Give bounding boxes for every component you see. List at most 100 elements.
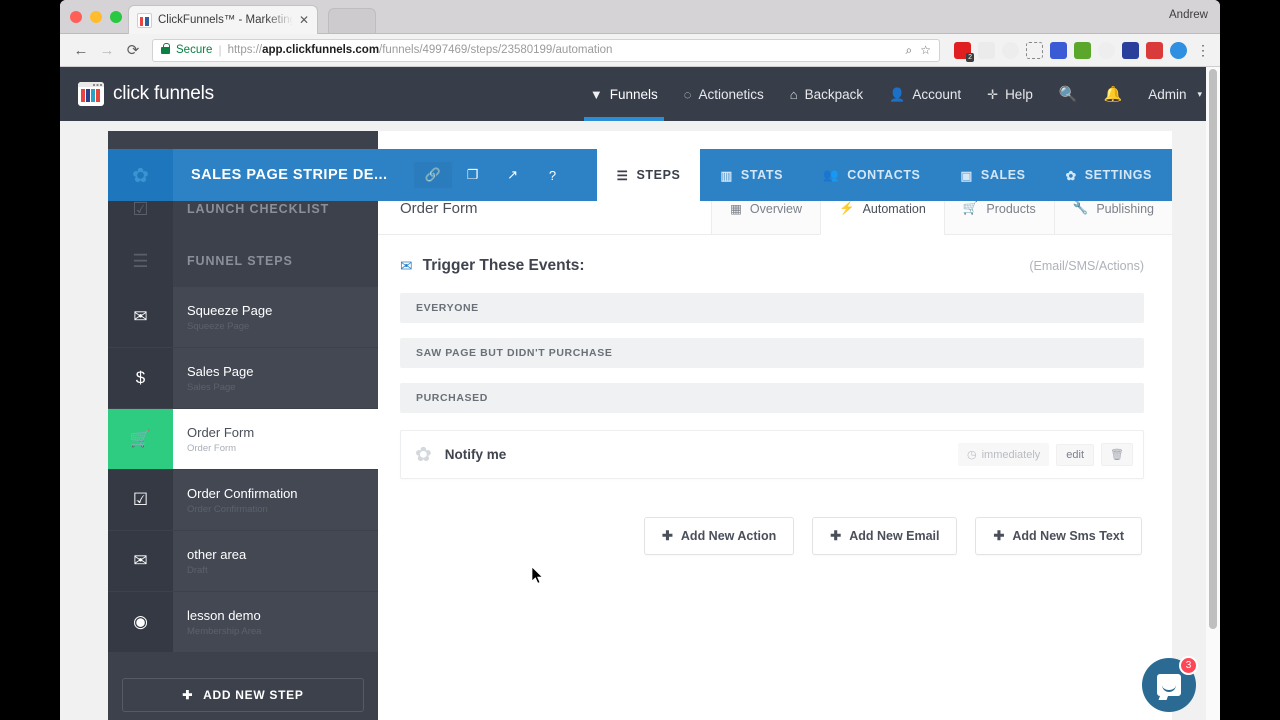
url-separator: | bbox=[218, 43, 222, 57]
funnel-tab-label: SETTINGS bbox=[1084, 168, 1152, 182]
browser-window: ClickFunnels™ - Marketing Fu ✕ Andrew ← … bbox=[60, 0, 1220, 720]
extension-icon-off[interactable] bbox=[1146, 41, 1163, 59]
close-window-button[interactable] bbox=[70, 11, 82, 23]
copy-icon[interactable]: ❐ bbox=[454, 162, 492, 188]
window-user-label: Andrew bbox=[1169, 9, 1208, 21]
topnav-user-menu[interactable]: Admin ▾ bbox=[1148, 67, 1202, 121]
action-row-notify-me[interactable]: ✿ Notify me ◷ immediately edit 🗑 bbox=[400, 430, 1144, 479]
extension-icon-send[interactable] bbox=[978, 41, 995, 59]
sidebar-step-sales-page[interactable]: $ Sales Page Sales Page bbox=[108, 348, 378, 409]
sidebar-step-order-form[interactable]: 🛒 Order Form Order Form bbox=[108, 409, 378, 470]
extension-icon-bookmark[interactable] bbox=[1122, 41, 1139, 59]
topnav-item-help[interactable]: ✛ Help bbox=[987, 67, 1033, 121]
window-controls[interactable] bbox=[70, 11, 122, 23]
help-icon[interactable]: ? bbox=[534, 162, 572, 188]
cart-icon: 🛒 bbox=[962, 201, 979, 215]
topnav-item-actionetics[interactable]: ◌ Actionetics bbox=[684, 67, 764, 121]
funnel-tab-settings[interactable]: ✿ SETTINGS bbox=[1046, 149, 1172, 201]
topnav-item-funnels[interactable]: ▼ Funnels bbox=[583, 67, 664, 121]
new-tab-button[interactable] bbox=[328, 8, 376, 33]
clickfunnels-logo-icon bbox=[78, 82, 104, 106]
search-icon[interactable]: 🔍 bbox=[1059, 85, 1078, 103]
add-new-action-button[interactable]: ✚ Add New Action bbox=[644, 517, 795, 555]
page-scrollbar-thumb[interactable] bbox=[1209, 69, 1217, 629]
funnel-tab-sales[interactable]: ▣ SALES bbox=[941, 149, 1046, 201]
external-link-icon[interactable]: ↗ bbox=[494, 162, 532, 188]
extension-icon-emoji[interactable] bbox=[1002, 41, 1019, 59]
sidebar-step-sub: Order Confirmation bbox=[187, 503, 268, 515]
sidebar-step-sub: Sales Page bbox=[187, 381, 236, 393]
notifications-bell-icon[interactable]: 🔔 bbox=[1104, 85, 1123, 103]
sidebar-step-order-confirmation[interactable]: ☑ Order Confirmation Order Confirmation bbox=[108, 470, 378, 531]
funnel-tab-label: STATS bbox=[740, 168, 784, 182]
tab-label: Products bbox=[986, 201, 1036, 216]
button-label: Add New Sms Text bbox=[1012, 529, 1124, 543]
funnel-tab-label: SALES bbox=[980, 168, 1026, 182]
plus-icon: ✚ bbox=[993, 528, 1005, 543]
sidebar-item-funnel-steps[interactable]: ☰ FUNNEL STEPS bbox=[108, 235, 378, 287]
topnav-label: Actionetics bbox=[698, 87, 764, 102]
person-icon: 👤 bbox=[889, 86, 906, 102]
trigger-note: (Email/SMS/Actions) bbox=[1029, 259, 1144, 273]
address-bar[interactable]: Secure | https://app.clickfunnels.com/fu… bbox=[152, 38, 940, 62]
extension-icon-crop[interactable] bbox=[1026, 41, 1043, 59]
zoom-icon[interactable]: ⌕ bbox=[906, 43, 913, 58]
sidebar-step-sub: Order Form bbox=[187, 442, 237, 454]
browser-tab[interactable]: ClickFunnels™ - Marketing Fu ✕ bbox=[128, 5, 318, 34]
topnav-user-label: Admin bbox=[1148, 87, 1187, 102]
browser-toolbar: ← → ⟳ Secure | https://app.clickfunnels.… bbox=[60, 34, 1220, 67]
extension-icon-zoom[interactable] bbox=[1050, 41, 1067, 59]
funnel-tab-steps[interactable]: ☰ STEPS bbox=[596, 149, 701, 201]
add-buttons-row: ✚ Add New Action ✚ Add New Email ✚ Add N… bbox=[400, 517, 1144, 555]
actionetics-icon: ◌ bbox=[683, 87, 692, 102]
topnav-item-backpack[interactable]: ⌂ Backpack bbox=[790, 67, 863, 121]
minimize-window-button[interactable] bbox=[90, 11, 102, 23]
bookmark-star-icon[interactable]: ☆ bbox=[920, 43, 931, 58]
screen: ClickFunnels™ - Marketing Fu ✕ Andrew ← … bbox=[0, 0, 1280, 720]
sidebar-step-other-area[interactable]: ✉ other area Draft bbox=[108, 531, 378, 592]
reload-icon[interactable]: ⟳ bbox=[120, 41, 146, 59]
trigger-title: Trigger These Events: bbox=[422, 257, 585, 274]
bar-chart-icon: ▥ bbox=[720, 168, 733, 183]
sidebar-step-label: Sales Page bbox=[187, 363, 254, 379]
topnav-label: Account bbox=[912, 87, 962, 102]
close-tab-icon[interactable]: ✕ bbox=[299, 14, 309, 26]
extension-icon-screen[interactable] bbox=[1074, 41, 1091, 59]
extension-icon-arrow[interactable] bbox=[1170, 41, 1187, 59]
topnav-item-account[interactable]: 👤 Account bbox=[889, 67, 961, 121]
extension-icon-spiral[interactable] bbox=[1098, 41, 1115, 59]
sidebar-step-squeeze-page[interactable]: ✉ Squeeze Page Squeeze Page bbox=[108, 287, 378, 348]
link-icon[interactable]: 🔗 bbox=[413, 162, 452, 188]
back-icon[interactable]: ← bbox=[68, 42, 94, 59]
browser-menu-icon[interactable]: ⋮ bbox=[1194, 42, 1212, 59]
maximize-window-button[interactable] bbox=[110, 11, 122, 23]
plus-icon: ✚ bbox=[830, 528, 842, 543]
intercom-chat-button[interactable]: 3 bbox=[1142, 656, 1198, 712]
funnel-settings-gear-icon[interactable]: ✿ bbox=[108, 149, 173, 201]
trash-icon[interactable]: 🗑 bbox=[1101, 443, 1133, 466]
edit-action-button[interactable]: edit bbox=[1056, 443, 1095, 466]
envelope-icon: ✉ bbox=[108, 287, 173, 347]
add-new-email-button[interactable]: ✚ Add New Email bbox=[812, 517, 958, 555]
trigger-header: ✉ Trigger These Events: (Email/SMS/Actio… bbox=[400, 257, 1144, 275]
clock-icon: ◷ bbox=[966, 449, 977, 461]
cart-icon: 🛒 bbox=[108, 409, 173, 469]
browser-tab-strip: ClickFunnels™ - Marketing Fu ✕ Andrew bbox=[60, 0, 1220, 34]
clickfunnels-logo[interactable]: click funnels bbox=[78, 82, 214, 106]
extension-icon-recorder[interactable]: 2 bbox=[954, 41, 974, 62]
add-new-sms-button[interactable]: ✚ Add New Sms Text bbox=[975, 517, 1142, 555]
event-row-purchased[interactable]: PURCHASED bbox=[400, 383, 1144, 413]
sidebar-step-lesson-demo[interactable]: ◉ lesson demo Membership Area bbox=[108, 592, 378, 653]
funnel-tab-contacts[interactable]: 👥 CONTACTS bbox=[803, 149, 940, 201]
add-new-step-label: ADD NEW STEP bbox=[203, 688, 304, 702]
tab-label: Automation bbox=[862, 201, 926, 216]
automation-content: ✉ Trigger These Events: (Email/SMS/Actio… bbox=[378, 235, 1172, 555]
funnel-tab-stats[interactable]: ▥ STATS bbox=[700, 149, 803, 201]
event-row-everyone[interactable]: EVERYONE bbox=[400, 293, 1144, 323]
event-row-saw-page[interactable]: SAW PAGE BUT DIDN'T PURCHASE bbox=[400, 338, 1144, 368]
add-new-step-button[interactable]: ✚ ADD NEW STEP bbox=[122, 678, 364, 712]
forward-icon[interactable]: → bbox=[94, 42, 120, 59]
hamburger-icon: ☰ bbox=[616, 168, 629, 183]
tab-label: Publishing bbox=[1096, 201, 1154, 216]
extension-badge: 2 bbox=[966, 52, 974, 62]
